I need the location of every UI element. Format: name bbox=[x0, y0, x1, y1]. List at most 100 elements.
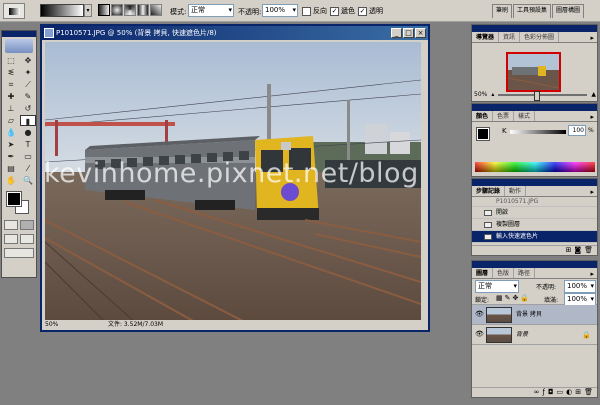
layer-row-selected[interactable]: 👁 背景 拷貝 bbox=[472, 305, 597, 325]
trash-icon[interactable]: 🗑 bbox=[584, 246, 593, 255]
lock-icons[interactable]: ▦✎✥🔒 bbox=[496, 294, 531, 302]
close-icon[interactable]: × bbox=[415, 28, 426, 38]
layer-style-icon[interactable]: ƒ bbox=[542, 388, 544, 397]
zoom-slider[interactable] bbox=[498, 90, 588, 101]
palette-tab-tool-presets[interactable]: 工具預設集 bbox=[513, 4, 552, 18]
mode-select[interactable]: 正常 bbox=[188, 4, 234, 17]
eye-icon[interactable]: 👁 bbox=[475, 311, 484, 318]
history-brush-icon[interactable]: ↺ bbox=[20, 103, 36, 114]
panel-menu-icon[interactable]: ▸ bbox=[590, 113, 594, 121]
move-tool-icon[interactable]: ✥ bbox=[20, 55, 36, 66]
linear-gradient-icon[interactable] bbox=[98, 4, 110, 16]
radial-gradient-icon[interactable] bbox=[111, 4, 123, 16]
zoom-tool-icon[interactable]: 🔍 bbox=[20, 175, 36, 186]
minimize-icon[interactable]: _ bbox=[391, 28, 402, 38]
zoom-out-icon[interactable]: ▴ bbox=[491, 91, 494, 98]
palette-tab-brushes[interactable]: 筆刷 bbox=[492, 4, 513, 18]
palette-tab-layer-comps[interactable]: 圖層構圖 bbox=[552, 4, 585, 18]
brush-tool-icon[interactable]: ✎ bbox=[20, 91, 36, 102]
tab-histogram[interactable]: 色彩分佈圖 bbox=[520, 32, 560, 42]
tab-swatches[interactable]: 色票 bbox=[493, 111, 515, 121]
standard-screen-icon[interactable] bbox=[4, 234, 18, 244]
transparency-checkbox[interactable]: ✓ 透明 bbox=[358, 6, 383, 16]
marquee-tool-icon[interactable]: ⬚ bbox=[3, 55, 19, 66]
notes-tool-icon[interactable]: ▤ bbox=[3, 163, 19, 174]
panel-menu-icon[interactable]: ▸ bbox=[590, 34, 594, 42]
reverse-checkbox[interactable]: 反向 bbox=[302, 6, 327, 16]
new-document-icon[interactable]: ⊞ bbox=[565, 246, 571, 255]
history-snapshot[interactable]: P1010571.JPG bbox=[472, 197, 597, 207]
panel-titlebar[interactable] bbox=[472, 104, 597, 111]
tab-info[interactable]: 資訊 bbox=[499, 32, 521, 42]
color-spectrum-bar[interactable] bbox=[475, 162, 595, 172]
tab-channels[interactable]: 色版 bbox=[493, 268, 515, 278]
document-titlebar[interactable]: P1010571.JPG @ 50% (背景 拷貝, 快速遮色片/8) _ □ … bbox=[42, 26, 428, 40]
panel-titlebar[interactable] bbox=[472, 179, 597, 186]
panel-titlebar[interactable] bbox=[472, 261, 597, 268]
foreground-color-swatch[interactable] bbox=[6, 191, 22, 207]
gradient-tool-preset-icon[interactable] bbox=[3, 3, 25, 19]
gradient-picker-dropdown[interactable]: ▾ bbox=[84, 4, 92, 17]
toolbox-titlebar[interactable] bbox=[2, 31, 36, 37]
new-snapshot-icon[interactable]: ◙ bbox=[574, 246, 581, 255]
tab-color[interactable]: 顏色 bbox=[472, 111, 494, 121]
diamond-gradient-icon[interactable] bbox=[150, 4, 162, 16]
healing-brush-icon[interactable]: ✚ bbox=[3, 91, 19, 102]
history-item-selected[interactable]: 輸入快速遮色片 bbox=[472, 231, 597, 243]
tab-navigator[interactable]: 導覽器 bbox=[472, 32, 500, 42]
tab-layers[interactable]: 圖層 bbox=[472, 268, 494, 278]
trash-icon[interactable]: 🗑 bbox=[584, 388, 593, 397]
jump-to-imageready-icon[interactable] bbox=[4, 248, 34, 258]
photoshop-logo[interactable] bbox=[5, 39, 33, 53]
crop-tool-icon[interactable]: ⌗ bbox=[3, 79, 19, 90]
tab-paths[interactable]: 路徑 bbox=[514, 268, 536, 278]
opacity-field[interactable]: 100% bbox=[262, 4, 298, 17]
slice-tool-icon[interactable]: ⟋ bbox=[20, 79, 36, 90]
gradient-preview[interactable] bbox=[40, 4, 84, 17]
eye-icon[interactable]: 👁 bbox=[475, 331, 484, 338]
gradient-tool-icon[interactable]: ▮ bbox=[20, 115, 36, 126]
tab-actions[interactable]: 動作 bbox=[505, 186, 527, 196]
document-status-bar: 50% 文件: 3.52M/7.03M bbox=[42, 320, 428, 330]
channel-value-field[interactable]: 100 bbox=[568, 125, 586, 136]
quick-mask-mode-icon[interactable] bbox=[20, 220, 34, 230]
navigator-zoom-value[interactable]: 50% bbox=[474, 91, 487, 98]
full-screen-icon[interactable] bbox=[20, 234, 34, 244]
tab-styles[interactable]: 樣式 bbox=[514, 111, 536, 121]
maximize-icon[interactable]: □ bbox=[403, 28, 414, 38]
add-mask-icon[interactable]: ◘ bbox=[548, 388, 554, 397]
eraser-tool-icon[interactable]: ▱ bbox=[3, 115, 19, 126]
clone-stamp-icon[interactable]: ⊥ bbox=[3, 103, 19, 114]
hand-tool-icon[interactable]: ✋ bbox=[3, 175, 19, 186]
tab-history[interactable]: 步驟記錄 bbox=[472, 186, 506, 196]
panel-menu-icon[interactable]: ▸ bbox=[590, 188, 594, 196]
layer-row[interactable]: 👁 背景 🔒 bbox=[472, 325, 597, 345]
panel-titlebar[interactable] bbox=[472, 25, 597, 32]
new-layer-icon[interactable]: ⊞ bbox=[575, 388, 581, 397]
color-panel-foreground-swatch[interactable] bbox=[476, 127, 490, 141]
dodge-tool-icon[interactable]: ● bbox=[20, 127, 36, 138]
adjustment-layer-icon[interactable]: ◐ bbox=[566, 388, 572, 397]
angle-gradient-icon[interactable] bbox=[124, 4, 136, 16]
pen-tool-icon[interactable]: ✒ bbox=[3, 151, 19, 162]
blur-tool-icon[interactable]: 💧 bbox=[3, 127, 19, 138]
eyedropper-tool-icon[interactable]: ⁄ bbox=[20, 163, 36, 174]
magic-wand-tool-icon[interactable]: ✦ bbox=[20, 67, 36, 78]
type-tool-icon[interactable]: T bbox=[20, 139, 36, 150]
document-zoom-level[interactable]: 50% bbox=[45, 320, 58, 330]
new-group-icon[interactable]: ▭ bbox=[557, 388, 564, 397]
dither-checkbox[interactable]: ✓ 遞色 bbox=[330, 6, 355, 16]
reflected-gradient-icon[interactable] bbox=[137, 4, 149, 16]
shape-tool-icon[interactable]: ▭ bbox=[20, 151, 36, 162]
zoom-in-icon[interactable]: ▲ bbox=[591, 91, 596, 98]
standard-mode-icon[interactable] bbox=[4, 220, 18, 230]
panel-menu-icon[interactable]: ▸ bbox=[590, 270, 594, 278]
document-file-info[interactable]: 文件: 3.52M/7.03M bbox=[108, 320, 163, 330]
history-item[interactable]: 複製圖層 bbox=[472, 219, 597, 231]
path-selection-icon[interactable]: ➤ bbox=[3, 139, 19, 150]
navigator-thumbnail[interactable] bbox=[506, 52, 561, 92]
history-item[interactable]: 開啟 bbox=[472, 207, 597, 219]
channel-slider[interactable] bbox=[510, 130, 566, 134]
link-layers-icon[interactable]: ∞ bbox=[534, 388, 540, 397]
lasso-tool-icon[interactable]: ᓬ bbox=[3, 67, 19, 78]
